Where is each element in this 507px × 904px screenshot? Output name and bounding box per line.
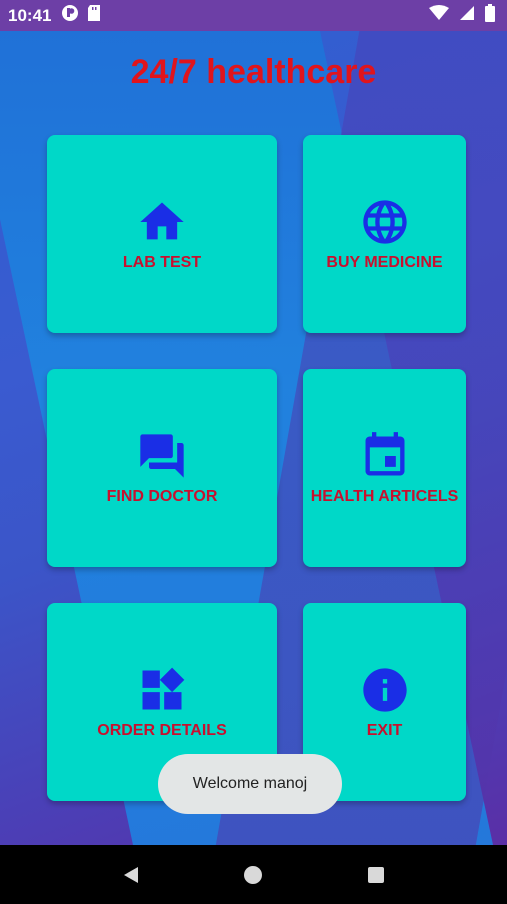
navigation-bar bbox=[0, 845, 507, 904]
status-notification-icons bbox=[61, 4, 101, 27]
health-articles-label: HEALTH ARTICELS bbox=[310, 488, 459, 505]
home-circle-icon[interactable] bbox=[233, 855, 273, 895]
health-articles-card[interactable]: HEALTH ARTICELS bbox=[303, 369, 466, 567]
back-icon[interactable] bbox=[111, 855, 151, 895]
lab-test-label: LAB TEST bbox=[122, 254, 202, 271]
exit-label: EXIT bbox=[366, 722, 403, 739]
buy-medicine-card[interactable]: BUY MEDICINE bbox=[303, 135, 466, 333]
welcome-toast: Welcome manoj bbox=[158, 754, 342, 814]
buy-medicine-label: BUY MEDICINE bbox=[326, 254, 443, 271]
home-icon bbox=[136, 196, 188, 248]
status-time: 10:41 bbox=[8, 5, 52, 25]
order-details-label: ORDER DETAILS bbox=[97, 722, 227, 739]
chat-icon bbox=[136, 430, 188, 482]
status-right bbox=[429, 4, 495, 27]
status-bar: 10:41 bbox=[0, 0, 507, 31]
widgets-icon bbox=[136, 664, 188, 716]
wifi-icon bbox=[429, 5, 449, 26]
app-title: 24/7 healthcare bbox=[130, 53, 377, 91]
info-icon bbox=[359, 664, 411, 716]
find-doctor-card[interactable]: FIND DOCTOR bbox=[47, 369, 277, 567]
globe-icon bbox=[359, 196, 411, 248]
status-left: 10:41 bbox=[8, 4, 101, 27]
lab-test-card[interactable]: LAB TEST bbox=[47, 135, 277, 333]
sd-card-icon bbox=[87, 4, 101, 27]
recents-icon[interactable] bbox=[356, 855, 396, 895]
find-doctor-label: FIND DOCTOR bbox=[106, 488, 218, 505]
notification-icon bbox=[61, 4, 79, 27]
calendar-icon bbox=[359, 430, 411, 482]
app-screen: 24/7 healthcare LAB TEST BUY MEDICINE FI… bbox=[0, 31, 507, 845]
battery-icon bbox=[485, 4, 495, 27]
signal-icon bbox=[459, 5, 475, 26]
